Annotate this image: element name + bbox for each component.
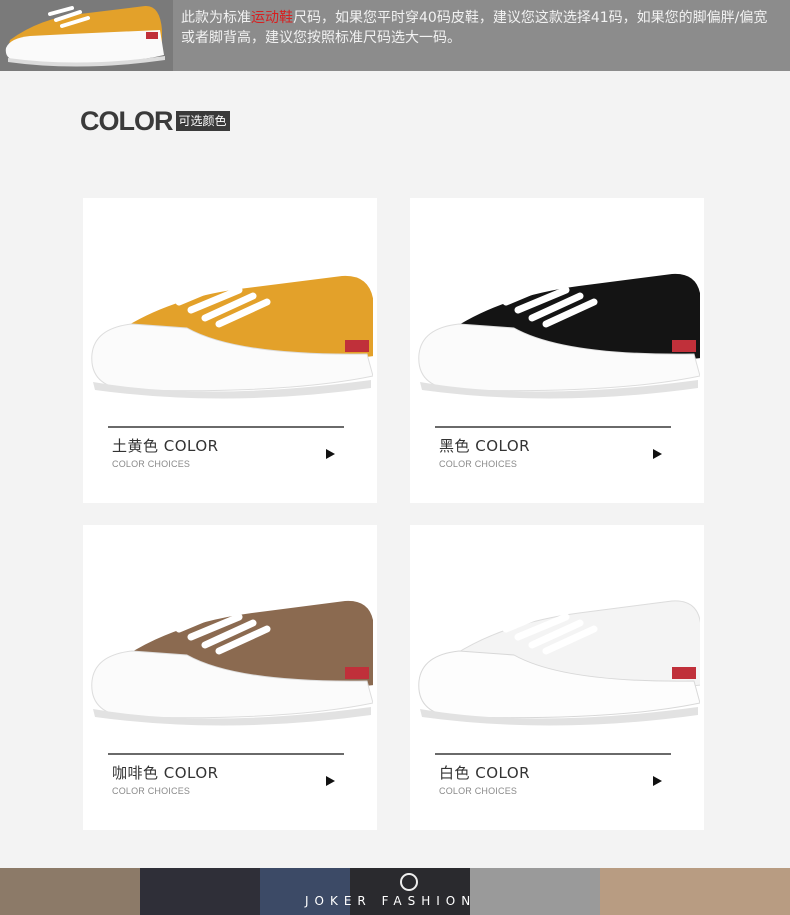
color-name: 黑色 COLOR — [439, 437, 531, 455]
color-name: 咖啡色 COLOR — [112, 764, 219, 782]
brand-footer-strip: JOKER FASHION — [0, 868, 790, 915]
brand-emblem-icon — [400, 873, 418, 891]
section-title: COLOR — [80, 106, 173, 136]
play-arrow-icon[interactable] — [653, 449, 662, 459]
color-name: 土黄色 COLOR — [112, 437, 219, 455]
color-subtitle: COLOR CHOICES — [439, 459, 518, 469]
play-arrow-icon[interactable] — [326, 776, 335, 786]
highlight-text: 运动鞋 — [251, 10, 293, 26]
color-subtitle: COLOR CHOICES — [112, 459, 191, 469]
divider-line — [108, 426, 344, 428]
divider-line — [108, 753, 344, 755]
white-shoe-image — [418, 600, 700, 726]
section-heading: COLOR 可选颜色 — [80, 106, 230, 136]
divider-line — [435, 753, 671, 755]
coffee-shoe-image — [91, 600, 373, 726]
play-arrow-icon[interactable] — [326, 449, 335, 459]
black-shoe-image — [418, 273, 700, 399]
color-card-black[interactable]: 黑色 COLOR COLOR CHOICES — [410, 198, 704, 503]
play-arrow-icon[interactable] — [653, 776, 662, 786]
color-subtitle: COLOR CHOICES — [439, 786, 518, 796]
yellow-shoe-image — [91, 275, 373, 399]
color-name: 白色 COLOR — [439, 764, 531, 782]
color-card-white[interactable]: 白色 COLOR COLOR CHOICES — [410, 525, 704, 830]
size-notice-banner: 此款为标准运动鞋尺码，如果您平时穿40码皮鞋，建议您这款选择41码，如果您的脚偏… — [0, 0, 790, 71]
divider-line — [435, 426, 671, 428]
banner-shoe-image — [0, 0, 173, 71]
section-tag: 可选颜色 — [175, 111, 230, 131]
color-subtitle: COLOR CHOICES — [112, 786, 191, 796]
color-card-coffee[interactable]: 咖啡色 COLOR COLOR CHOICES — [83, 525, 377, 830]
brand-name: JOKER FASHION — [305, 894, 477, 908]
color-card-yellow[interactable]: 土黄色 COLOR COLOR CHOICES — [83, 198, 377, 503]
size-notice-text: 此款为标准运动鞋尺码，如果您平时穿40码皮鞋，建议您这款选择41码，如果您的脚偏… — [181, 10, 768, 46]
